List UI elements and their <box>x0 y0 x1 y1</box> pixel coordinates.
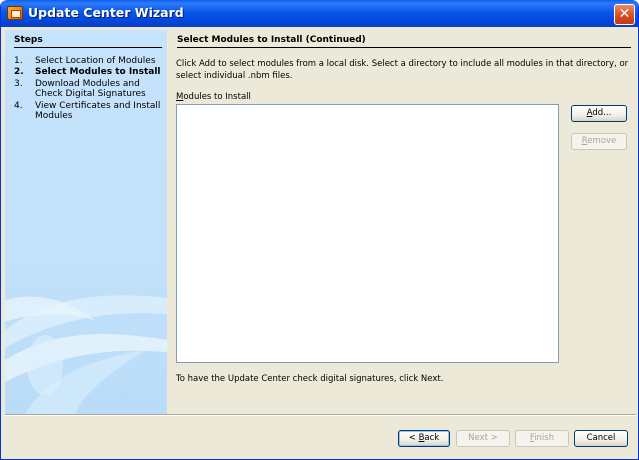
content-panel: Select Modules to Install (Continued) Cl… <box>167 30 636 414</box>
button-text: dd... <box>592 108 612 118</box>
close-button[interactable]: ✕ <box>614 4 635 25</box>
steps-title: Steps <box>14 35 43 45</box>
wizard-window: Update Center Wizard ✕ Steps 1. Select L… <box>0 0 639 460</box>
title-bar[interactable]: Update Center Wizard ✕ <box>1 0 638 27</box>
step-number: 4. <box>14 101 23 111</box>
step-label: Select Location of Modules <box>35 56 156 66</box>
button-text: ack <box>424 433 440 443</box>
panel-title: Select Modules to Install (Continued) <box>177 35 366 45</box>
footer-note: To have the Update Center check digital … <box>176 374 444 384</box>
back-button[interactable]: < Back <box>398 430 450 447</box>
window-title: Update Center Wizard <box>28 5 184 20</box>
step-label: Select Modules to Install <box>35 67 161 77</box>
panel-description: Click Add to select modules from a local… <box>176 59 629 81</box>
modules-list-label: Modules to Install <box>176 92 251 102</box>
step-number: 2. <box>14 67 24 77</box>
bottom-divider-highlight <box>5 415 636 416</box>
remove-button[interactable]: Remove <box>571 133 627 150</box>
add-button[interactable]: Add... <box>571 105 627 122</box>
panel-divider <box>177 47 631 48</box>
step-label: View Certificates and Install Modules <box>35 101 161 121</box>
label-text: odules to Install <box>183 92 251 102</box>
steps-panel: Steps 1. Select Location of Modules 2. S… <box>5 30 167 414</box>
button-text: inish <box>534 433 555 443</box>
steps-divider <box>14 47 162 48</box>
cancel-button[interactable]: Cancel <box>574 430 628 447</box>
step-number: 1. <box>14 56 23 66</box>
next-button[interactable]: Next > <box>456 430 510 447</box>
finish-button[interactable]: Finish <box>515 430 569 447</box>
modules-list[interactable] <box>176 104 559 363</box>
button-text: emove <box>587 136 617 146</box>
step-number: 3. <box>14 79 23 89</box>
step-label: Download Modules and Check Digital Signa… <box>35 79 146 99</box>
button-prefix: < <box>408 433 419 443</box>
app-icon <box>7 6 23 20</box>
